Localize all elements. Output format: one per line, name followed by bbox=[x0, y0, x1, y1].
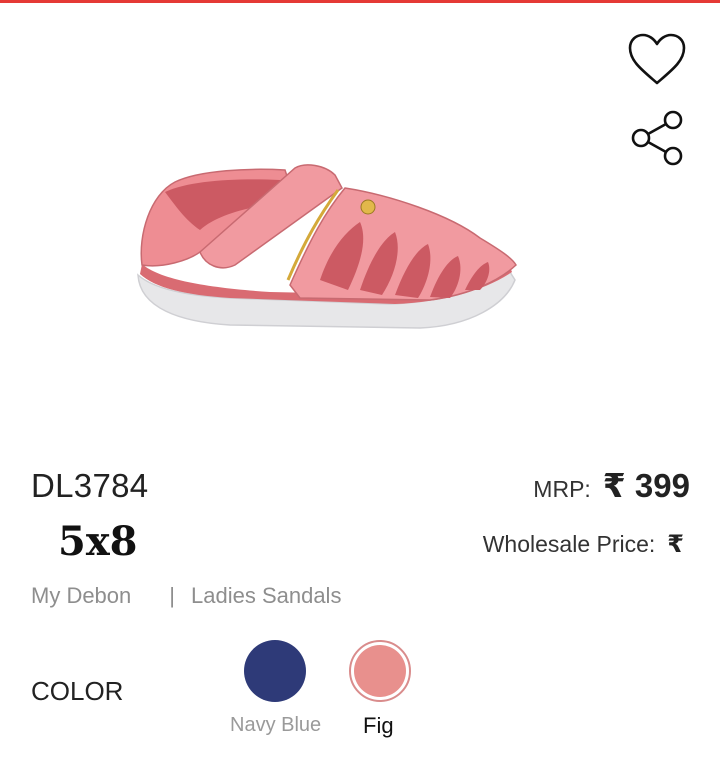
wholesale-price-label: Wholesale Price: bbox=[482, 531, 656, 557]
product-sku: DL3784 bbox=[31, 467, 149, 504]
product-image bbox=[137, 164, 517, 329]
category-name[interactable]: Ladies Sandals bbox=[191, 583, 341, 609]
mrp-value: ₹ 399 bbox=[602, 467, 690, 504]
top-accent-bar bbox=[0, 0, 720, 3]
wholesale-price-row: Wholesale Price: ₹ bbox=[483, 530, 684, 559]
color-swatch-navy-blue[interactable] bbox=[244, 640, 306, 702]
heart-icon[interactable] bbox=[626, 32, 688, 88]
share-icon[interactable] bbox=[628, 108, 686, 168]
mrp-row: MRP: ₹ 399 bbox=[533, 466, 690, 505]
color-swatch-fig[interactable] bbox=[349, 640, 411, 702]
brand-category-row: My Debon | Ladies Sandals bbox=[31, 583, 341, 609]
color-name-navy-blue: Navy Blue bbox=[230, 714, 322, 736]
product-size: 5x8 bbox=[58, 518, 138, 565]
color-section-label: COLOR bbox=[31, 676, 124, 706]
wholesale-price-value: ₹ bbox=[667, 531, 684, 558]
brand-name[interactable]: My Debon bbox=[31, 583, 131, 609]
mrp-label: MRP: bbox=[533, 476, 591, 502]
color-swatch-fig-fill bbox=[354, 645, 406, 697]
brand-separator: | bbox=[169, 583, 175, 608]
color-name-fig: Fig bbox=[363, 713, 394, 738]
